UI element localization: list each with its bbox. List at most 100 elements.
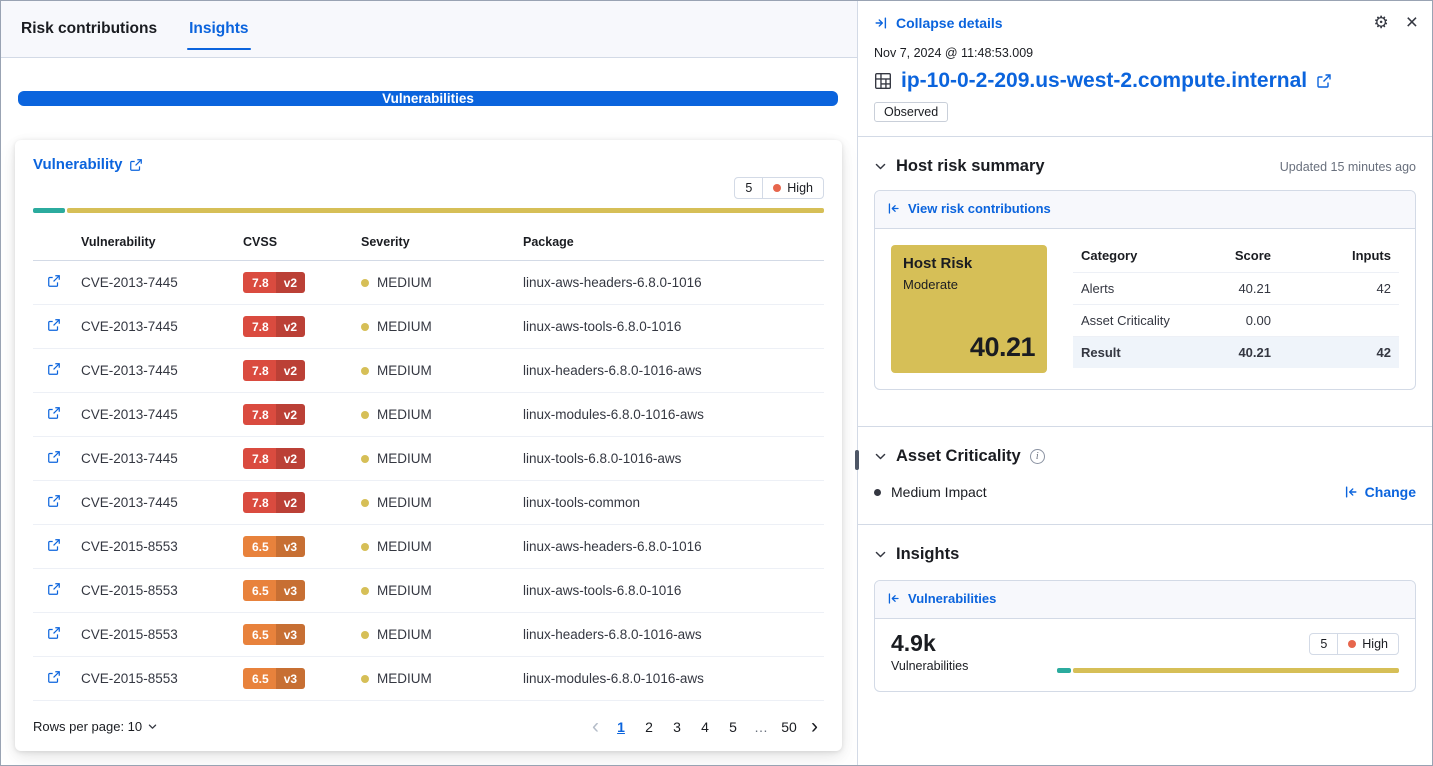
open-vulnerability-icon[interactable]	[47, 582, 61, 596]
open-vulnerability-icon[interactable]	[47, 318, 61, 332]
package-name: linux-tools-6.8.0-1016-aws	[523, 451, 681, 466]
left-panel: Risk contributions Insights Vulnerabilit…	[1, 1, 857, 765]
tab-insights[interactable]: Insights	[187, 1, 250, 57]
page-button-1[interactable]: 1	[609, 717, 633, 737]
vulnerability-table: Vulnerability CVSS Severity Package CVE-…	[33, 226, 824, 701]
insights-vulnerabilities-panel: Vulnerabilities 4.9k Vulnerabilities 5 H…	[874, 580, 1416, 692]
event-timestamp: Nov 7, 2024 @ 11:48:53.009	[874, 46, 1416, 60]
vulnerability-table-header: Vulnerability CVSS Severity Package	[33, 226, 824, 261]
open-vulnerability-icon[interactable]	[47, 274, 61, 288]
risk-inputs: 42	[1279, 273, 1399, 305]
asset-criticality-value: Medium Impact	[874, 484, 987, 500]
risk-score: 0.00	[1183, 305, 1279, 337]
vulnerability-title-link[interactable]: Vulnerability	[33, 156, 143, 173]
high-severity-badge: 5 High	[1309, 633, 1399, 655]
severity-dot	[361, 587, 369, 595]
rows-per-page-label: Rows per page: 10	[33, 719, 142, 734]
tab-bar: Risk contributions Insights	[1, 1, 857, 58]
cvss-score-badge: 7.8v2	[243, 448, 305, 469]
host-risk-summary-header: Host risk summary Updated 15 minutes ago	[874, 157, 1416, 176]
page-button-3[interactable]: 3	[665, 717, 689, 737]
package-name: linux-aws-tools-6.8.0-1016	[523, 319, 681, 334]
package-name: linux-headers-6.8.0-1016-aws	[523, 363, 702, 378]
insights-header: Insights	[874, 545, 1416, 564]
vulnerability-row: CVE-2015-85536.5v3MEDIUMlinux-modules-6.…	[33, 657, 824, 701]
host-risk-summary-toggle[interactable]: Host risk summary	[874, 157, 1045, 176]
collapse-details-button[interactable]: Collapse details	[874, 15, 1003, 31]
pagination: ‹ 12345…50 ›	[586, 716, 824, 737]
asset-criticality-title: Asset Criticality	[896, 447, 1021, 466]
risk-category: Asset Criticality	[1073, 305, 1183, 337]
column-header-package: Package	[515, 226, 824, 261]
collapse-details-label: Collapse details	[896, 15, 1003, 31]
column-header-vulnerability: Vulnerability	[73, 226, 235, 261]
host-risk-score-box: Host Risk Moderate 40.21	[891, 245, 1047, 373]
vulnerabilities-link[interactable]: Vulnerabilities	[887, 591, 996, 606]
column-header-score: Score	[1183, 245, 1279, 273]
severity-dot	[361, 499, 369, 507]
page-button-5[interactable]: 5	[721, 717, 745, 737]
open-vulnerability-icon[interactable]	[47, 362, 61, 376]
vulnerabilities-banner-button[interactable]: Vulnerabilities	[18, 91, 838, 106]
high-cell: High	[762, 178, 823, 198]
gear-icon[interactable]: ⚙	[1373, 14, 1388, 31]
severity-label: MEDIUM	[377, 583, 432, 598]
open-vulnerability-icon[interactable]	[47, 450, 61, 464]
cve-id: CVE-2013-7445	[81, 319, 178, 334]
cve-id: CVE-2013-7445	[81, 495, 178, 510]
insights-distribution-block: 5 High	[1057, 631, 1399, 673]
high-count: 5	[1310, 634, 1337, 654]
distribution-segment-low	[33, 208, 65, 213]
host-title-link[interactable]: ip-10-0-2-209.us-west-2.compute.internal	[874, 69, 1416, 93]
chevron-down-icon	[874, 160, 887, 173]
vulnerability-row: CVE-2013-74457.8v2MEDIUMlinux-tools-6.8.…	[33, 437, 824, 481]
page-button-2[interactable]: 2	[637, 717, 661, 737]
package-name: linux-aws-tools-6.8.0-1016	[523, 583, 681, 598]
rows-per-page-select[interactable]: Rows per page: 10	[33, 719, 158, 734]
high-severity-dot	[1348, 640, 1356, 648]
high-severity-dot	[773, 184, 781, 192]
host-risk-title: Host Risk	[903, 255, 1035, 272]
vulnerability-card: Vulnerability 5 High	[15, 140, 842, 751]
risk-inputs	[1279, 305, 1399, 337]
vulnerability-row: CVE-2013-74457.8v2MEDIUMlinux-tools-comm…	[33, 481, 824, 525]
prev-page-button[interactable]: ‹	[586, 716, 605, 737]
cvss-score-badge: 7.8v2	[243, 316, 305, 337]
distribution-segment-medium	[67, 208, 824, 213]
high-severity-badge: 5 High	[734, 177, 824, 199]
arrow-end-icon	[874, 16, 888, 30]
open-vulnerability-icon[interactable]	[47, 626, 61, 640]
vuln-table-body: CVE-2013-74457.8v2MEDIUMlinux-aws-header…	[33, 261, 824, 701]
card-footer: Rows per page: 10 ‹ 12345…50 ›	[33, 716, 824, 737]
flyout-header-icons: ⚙ ×	[1373, 12, 1418, 33]
page-button-4[interactable]: 4	[693, 717, 717, 737]
severity-dot	[361, 455, 369, 463]
tab-risk-contributions[interactable]: Risk contributions	[19, 1, 159, 57]
column-header-inputs: Inputs	[1279, 245, 1399, 273]
insights-toggle[interactable]: Insights	[874, 545, 959, 564]
risk-inputs: 42	[1279, 337, 1399, 369]
view-risk-contributions-link[interactable]: View risk contributions	[887, 201, 1051, 216]
high-cell: High	[1337, 634, 1398, 654]
icon-column-header	[33, 226, 73, 261]
open-vulnerability-icon[interactable]	[47, 406, 61, 420]
severity-dot	[361, 631, 369, 639]
cvss-score-badge: 7.8v2	[243, 360, 305, 381]
panel-resizer[interactable]	[857, 1, 858, 765]
asset-criticality-toggle[interactable]: Asset Criticality i	[874, 447, 1045, 466]
cve-id: CVE-2013-7445	[81, 363, 178, 378]
change-criticality-button[interactable]: Change	[1344, 484, 1416, 500]
close-icon[interactable]: ×	[1406, 12, 1418, 33]
open-vulnerability-icon[interactable]	[47, 670, 61, 684]
insights-title: Insights	[896, 545, 959, 564]
tab-label: Risk contributions	[21, 20, 157, 38]
open-vulnerability-icon[interactable]	[47, 538, 61, 552]
next-page-button[interactable]: ›	[805, 716, 824, 737]
info-icon[interactable]: i	[1030, 449, 1045, 464]
page-button-50[interactable]: 50	[777, 717, 801, 737]
risk-table-row: Alerts 40.21 42	[1073, 273, 1399, 305]
resizer-handle-icon[interactable]	[855, 450, 859, 470]
screen: Risk contributions Insights Vulnerabilit…	[0, 0, 1433, 766]
risk-table-header: Category Score Inputs	[1073, 245, 1399, 273]
open-vulnerability-icon[interactable]	[47, 494, 61, 508]
